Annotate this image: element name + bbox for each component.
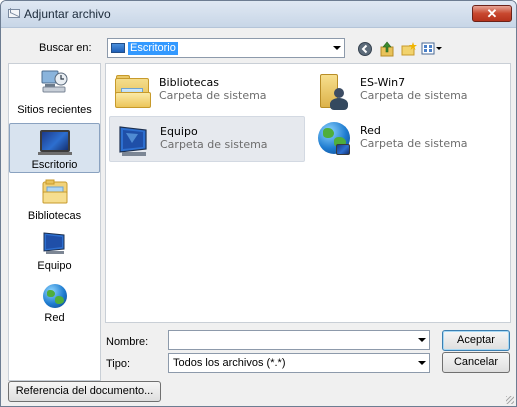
place-recent[interactable]: Sitios recientes	[9, 68, 100, 118]
computer-icon	[114, 121, 154, 159]
window-title: Adjuntar archivo	[24, 7, 111, 21]
file-name: Equipo	[160, 125, 198, 138]
chevron-down-icon	[418, 361, 426, 365]
type-label: Tipo:	[106, 358, 131, 370]
view-menu-icon[interactable]	[421, 41, 443, 57]
place-computer[interactable]: Equipo	[9, 231, 100, 281]
lookin-value: Escritorio	[128, 42, 178, 55]
desktop-icon	[37, 130, 72, 156]
chevron-down-icon[interactable]	[418, 338, 426, 342]
mail-envelope-icon	[8, 9, 20, 18]
filename-input[interactable]	[171, 332, 407, 348]
file-item-es-win7[interactable]: ES-Win7 Carpeta de sistema	[310, 68, 506, 114]
place-label-recent: Sitios recientes	[17, 104, 92, 116]
place-label-desktop: Escritorio	[31, 159, 78, 171]
recent-places-icon	[39, 68, 71, 98]
place-libraries[interactable]: Bibliotecas	[9, 179, 100, 229]
filetype-value: Todos los archivos (*.*)	[173, 357, 286, 369]
name-combo[interactable]	[168, 330, 430, 350]
name-label: Nombre:	[106, 336, 149, 348]
file-name: ES-Win7	[360, 76, 406, 89]
place-label-libraries: Bibliotecas	[27, 210, 82, 222]
place-label-network: Red	[44, 312, 65, 324]
places-bar: Sitios recientes Escritorio Bibliotecas	[8, 63, 101, 381]
file-name: Bibliotecas	[159, 76, 220, 89]
cancel-button[interactable]: Cancelar	[442, 352, 510, 373]
file-desc: Carpeta de sistema	[360, 89, 468, 102]
file-dialog-window: Adjuntar archivo ✕ Buscar en: Escritorio	[0, 0, 517, 407]
resize-grip-icon[interactable]	[506, 396, 514, 404]
close-button[interactable]: ✕	[472, 5, 512, 22]
file-item-libraries[interactable]: Bibliotecas Carpeta de sistema	[109, 68, 305, 114]
place-desktop[interactable]: Escritorio	[9, 123, 100, 173]
libraries-folder-icon	[113, 72, 153, 110]
lookin-combo[interactable]: Escritorio	[107, 38, 345, 58]
title-bar[interactable]: Adjuntar archivo ✕	[1, 1, 516, 28]
desktop-icon	[111, 43, 125, 53]
file-name: Red	[360, 124, 381, 137]
back-icon[interactable]	[357, 41, 373, 57]
accept-button[interactable]: Aceptar	[442, 330, 510, 351]
chevron-down-icon	[333, 46, 341, 50]
up-folder-icon[interactable]	[379, 41, 395, 57]
libraries-icon	[41, 179, 69, 205]
file-desc: Carpeta de sistema	[160, 138, 268, 151]
file-desc: Carpeta de sistema	[159, 89, 267, 102]
file-list: Bibliotecas Carpeta de sistema ES-Win7 C…	[105, 63, 511, 323]
new-folder-icon[interactable]	[401, 41, 417, 57]
lookin-label: Buscar en:	[39, 42, 92, 54]
filetype-select[interactable]: Todos los archivos (*.*)	[168, 353, 430, 373]
user-folder-icon	[314, 72, 354, 110]
network-icon	[314, 120, 354, 158]
place-label-computer: Equipo	[37, 260, 72, 272]
file-item-network[interactable]: Red Carpeta de sistema	[310, 116, 506, 162]
file-desc: Carpeta de sistema	[360, 137, 468, 150]
computer-icon	[40, 231, 70, 257]
place-network[interactable]: Red	[9, 284, 100, 330]
network-icon	[41, 284, 69, 310]
document-reference-button[interactable]: Referencia del documento...	[8, 381, 161, 402]
file-item-computer[interactable]: Equipo Carpeta de sistema	[109, 116, 305, 162]
